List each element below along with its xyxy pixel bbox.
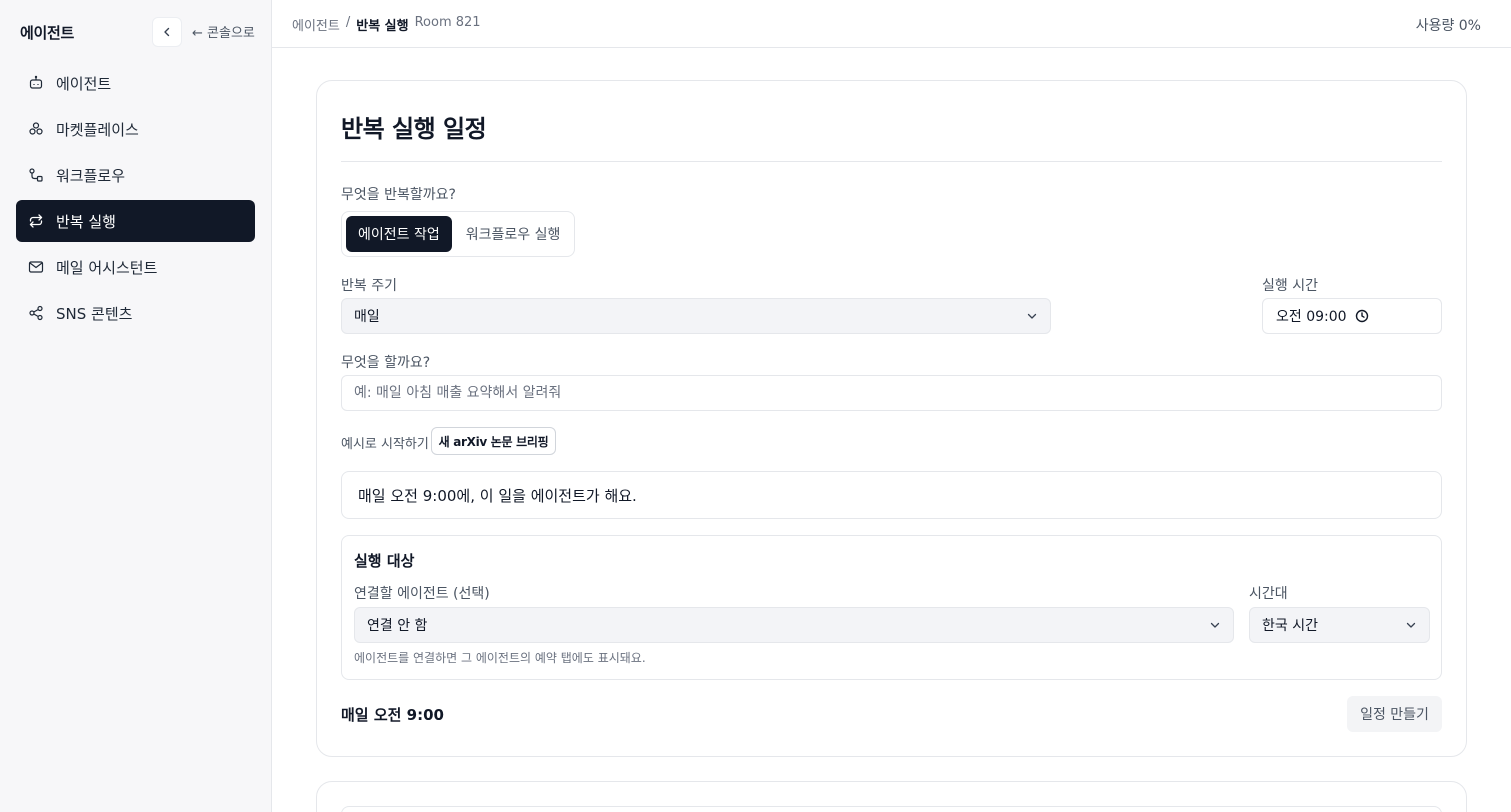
back-to-console-link[interactable]: ← 콘솔으로	[192, 22, 255, 41]
task-input[interactable]	[341, 375, 1442, 411]
sidebar-item-label: 마켓플레이스	[56, 120, 139, 139]
target-section: 실행 대상 연결할 에이전트 (선택) 연결 안 함 시간대 한국 시간 에이전…	[341, 535, 1442, 680]
frequency-value: 매일	[354, 309, 380, 325]
timezone-label: 시간대	[1249, 586, 1288, 602]
agent-select[interactable]: 연결 안 함	[354, 607, 1234, 643]
frequency-select[interactable]: 매일	[341, 298, 1051, 334]
workflow-icon	[28, 167, 44, 183]
footer-schedule-summary: 매일 오전 9:00	[341, 706, 444, 724]
timezone-select[interactable]: 한국 시간	[1249, 607, 1430, 643]
sidebar-item-label: 에이전트	[56, 74, 112, 93]
sidebar-header: 에이전트 ← 콘솔으로	[20, 16, 255, 48]
target-title: 실행 대상	[354, 552, 415, 570]
sidebar: 에이전트 ← 콘솔으로 에이전트 마켓플레이스 워크플로우 반복 실행 메일 어…	[0, 0, 272, 812]
divider	[341, 161, 1442, 162]
marketplace-icon	[28, 121, 44, 137]
sidebar-item-recurring[interactable]: 반복 실행	[16, 200, 255, 242]
sidebar-item-label: 반복 실행	[56, 212, 116, 231]
sidebar-item-workflow[interactable]: 워크플로우	[16, 154, 255, 196]
sidebar-item-sns-content[interactable]: SNS 콘텐츠	[16, 292, 255, 334]
breadcrumb-separator: /	[345, 15, 351, 30]
breadcrumb-current: 반복 실행	[356, 19, 409, 34]
chevron-left-icon	[164, 27, 170, 37]
usage-indicator: 사용량 0%	[1415, 18, 1481, 34]
collapse-sidebar-button[interactable]	[152, 17, 182, 47]
agent-task-tab[interactable]: 에이전트 작업	[346, 216, 452, 252]
create-schedule-button[interactable]: 일정 만들기	[1347, 696, 1442, 732]
schedule-list-inner	[341, 806, 1442, 812]
sidebar-nav: 에이전트 마켓플레이스 워크플로우 반복 실행 메일 어시스턴트 SNS 콘텐츠	[16, 62, 255, 338]
time-input[interactable]: 오전 09:00	[1262, 298, 1442, 334]
sidebar-item-label: SNS 콘텐츠	[56, 304, 133, 323]
agent-help-text: 에이전트를 연결하면 그 에이전트의 예약 탭에도 표시돼요.	[354, 651, 646, 665]
chevron-down-icon	[1027, 313, 1037, 319]
time-value: 오전 09:00	[1276, 309, 1347, 325]
breadcrumb-agents-link[interactable]: 에이전트	[292, 15, 340, 34]
breadcrumb-room: Room 821	[414, 15, 481, 30]
share-icon	[28, 305, 44, 321]
sidebar-item-marketplace[interactable]: 마켓플레이스	[16, 108, 255, 150]
schedule-summary: 매일 오전 9:00에, 이 일을 에이전트가 해요.	[341, 471, 1442, 519]
breadcrumb: 에이전트 / 반복 실행 Room 821	[292, 15, 481, 34]
clock-icon	[1355, 309, 1368, 323]
schedule-form-card: 반복 실행 일정 무엇을 반복할까요? 에이전트 작업 워크플로우 실행 반복 …	[316, 80, 1467, 757]
agent-select-value: 연결 안 함	[367, 618, 428, 634]
topbar: 에이전트 / 반복 실행 Room 821 사용량 0%	[272, 0, 1511, 48]
frequency-label: 반복 주기	[341, 278, 397, 294]
example-label: 예시로 시작하기	[341, 437, 429, 452]
repeat-icon	[28, 213, 44, 229]
agent-select-label: 연결할 에이전트 (선택)	[354, 586, 490, 602]
timezone-value: 한국 시간	[1262, 618, 1318, 634]
page-title: 반복 실행 일정	[341, 115, 487, 143]
sidebar-item-label: 메일 어시스턴트	[56, 258, 158, 277]
example-arxiv-button[interactable]: 새 arXiv 논문 브리핑	[431, 427, 556, 455]
time-label: 실행 시간	[1262, 278, 1318, 294]
workflow-run-tab[interactable]: 워크플로우 실행	[454, 216, 573, 252]
bot-icon	[28, 75, 44, 91]
mail-icon	[28, 259, 44, 275]
sidebar-title: 에이전트	[20, 23, 75, 42]
what-repeat-label: 무엇을 반복할까요?	[341, 187, 456, 203]
chevron-down-icon	[1210, 622, 1220, 628]
chevron-down-icon	[1406, 622, 1416, 628]
sidebar-item-agents[interactable]: 에이전트	[16, 62, 255, 104]
sidebar-item-mail-assistant[interactable]: 메일 어시스턴트	[16, 246, 255, 288]
schedule-list-card	[316, 781, 1467, 812]
task-type-toggle: 에이전트 작업 워크플로우 실행	[341, 211, 575, 257]
task-label: 무엇을 할까요?	[341, 355, 431, 371]
sidebar-item-label: 워크플로우	[56, 166, 126, 185]
